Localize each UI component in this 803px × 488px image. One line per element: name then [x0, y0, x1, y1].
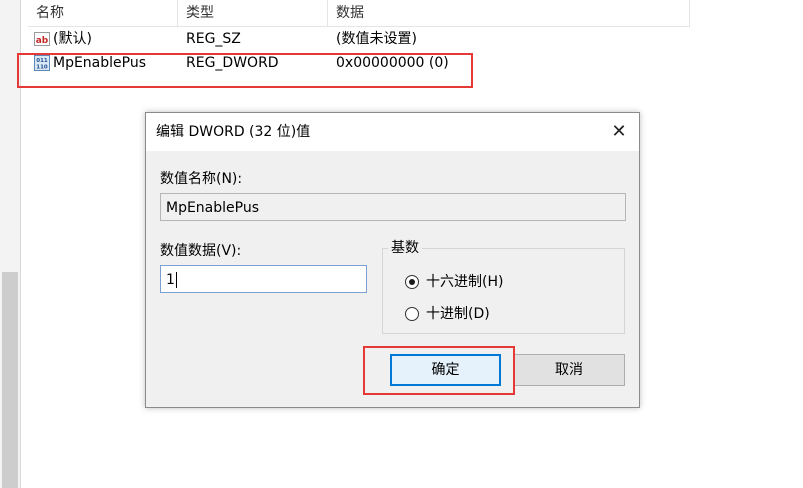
close-icon[interactable]: ✕ — [605, 118, 633, 146]
dialog-titlebar[interactable]: 编辑 DWORD (32 位)值 ✕ — [146, 113, 639, 151]
row-highlight-box — [17, 53, 473, 88]
radio-label: 十六进制(H) — [426, 274, 504, 290]
column-header-name[interactable]: 名称 — [28, 0, 178, 26]
radio-label: 十进制(D) — [426, 306, 490, 322]
base-groupbox: 基数 十六进制(H) 十进制(D) — [382, 240, 625, 334]
column-header-data[interactable]: 数据 — [328, 0, 690, 26]
cancel-button[interactable]: 取消 — [513, 354, 625, 386]
value-type: REG_SZ — [186, 31, 241, 47]
value-name-field: MpEnablePus — [160, 193, 626, 221]
svg-text:ab: ab — [36, 36, 49, 46]
column-header-type[interactable]: 类型 — [178, 0, 328, 26]
ok-button-highlight-box — [363, 346, 515, 395]
value-data-input[interactable]: 1 — [160, 265, 367, 293]
list-item-default[interactable]: ab (默认) REG_SZ (数值未设置) — [28, 27, 690, 51]
value-data-text: 1 — [166, 272, 175, 288]
list-header: 名称 类型 数据 — [28, 0, 690, 27]
value-data: (数值未设置) — [336, 31, 417, 47]
string-value-icon: ab — [34, 32, 50, 46]
value-name: (默认) — [53, 31, 92, 47]
scrollbar-thumb[interactable] — [2, 272, 18, 488]
text-caret — [175, 272, 177, 288]
radio-unselected-icon — [405, 307, 419, 321]
dialog-title: 编辑 DWORD (32 位)值 — [156, 124, 311, 140]
value-name-label: 数值名称(N): — [160, 171, 243, 187]
base-group-label: 基数 — [388, 240, 422, 256]
value-data-label: 数值数据(V): — [160, 243, 242, 259]
radio-selected-icon — [405, 275, 419, 289]
